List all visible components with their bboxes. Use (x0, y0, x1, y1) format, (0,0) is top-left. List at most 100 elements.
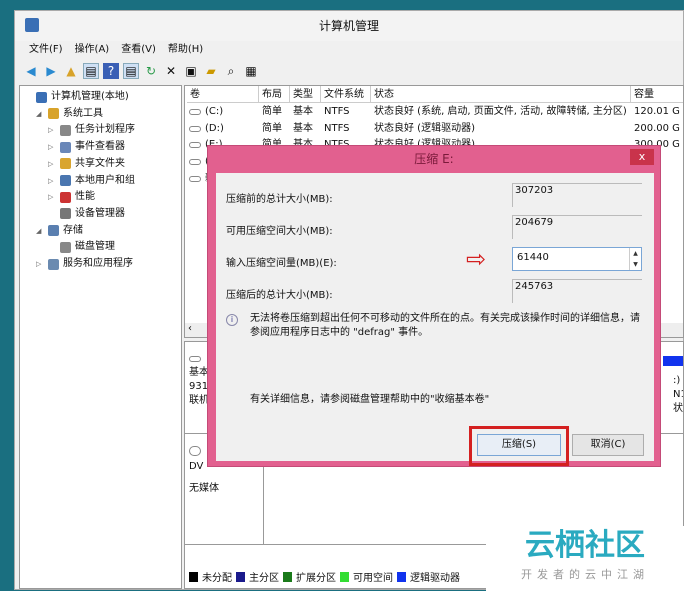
table-cell[interactable]: 简单 (262, 104, 282, 120)
dialog-title: 压缩 E: (414, 152, 454, 166)
tree-node-icon (36, 91, 47, 103)
tree-item-label: 磁盘管理 (75, 241, 115, 253)
table-cell[interactable]: (D:) (205, 121, 224, 137)
tree-item[interactable]: ▷ 任务计划程序 (48, 122, 135, 138)
expander-icon[interactable]: ◢ (36, 106, 44, 122)
drive-icon (189, 142, 201, 149)
dialog-body: 压缩前的总计大小(MB): 307203 可用压缩空间大小(MB): 20467… (216, 173, 654, 466)
drive-icon (189, 109, 201, 115)
disk-size: 931 (189, 381, 209, 392)
refresh-icon[interactable]: ↻ (143, 63, 159, 79)
tree-item[interactable]: ▷ 性能 (48, 189, 95, 205)
total-after-label: 压缩后的总计大小(MB): (226, 290, 333, 301)
spin-up-icon[interactable]: ▲ (630, 248, 641, 259)
info-text: 无法将卷压缩到超出任何不可移动的文件所在的点。有关完成该操作时间的详细信息，请参… (250, 313, 640, 338)
menu-view[interactable]: 查看(V) (121, 41, 156, 59)
delete-icon[interactable]: ✕ (163, 63, 179, 79)
action-pane-icon[interactable]: ▤ (123, 63, 139, 79)
tree-item-label: 服务和应用程序 (63, 258, 133, 269)
expander-icon[interactable]: ▷ (48, 139, 56, 155)
table-cell[interactable]: NTFS (324, 104, 350, 120)
back-icon[interactable]: ◀ (23, 63, 39, 79)
column-header[interactable]: 卷 (187, 86, 259, 103)
menu-file[interactable]: 文件(F) (29, 41, 63, 59)
shrink-amount-input[interactable]: 61440 ▲ ▼ (512, 247, 642, 271)
menu-help[interactable]: 帮助(H) (168, 41, 203, 59)
table-cell[interactable]: 基本 (293, 121, 313, 137)
tree-node-icon (48, 258, 59, 270)
menu-action[interactable]: 操作(A) (75, 41, 110, 59)
tree-item[interactable]: ◢ 存储 (36, 223, 83, 239)
tree-item[interactable]: 磁盘管理 (48, 239, 115, 255)
table-cell[interactable]: 状态良好 (逻辑驱动器) (374, 121, 475, 137)
shrink-dialog: 压缩 E: x 压缩前的总计大小(MB): 307203 可用压缩空间大小(MB… (207, 145, 661, 467)
expander-icon[interactable]: ▷ (48, 156, 56, 172)
properties-icon[interactable]: ▣ (183, 63, 199, 79)
tree-item[interactable]: ▷ 服务和应用程序 (36, 256, 133, 272)
watermark-subtitle: 开发者的云中江湖 (521, 568, 649, 581)
table-cell[interactable]: 120.01 G (634, 104, 680, 120)
expander-icon[interactable]: ▷ (36, 256, 44, 272)
tree-node-icon (60, 208, 71, 220)
legend-label: 未分配 (202, 573, 232, 584)
cancel-button[interactable]: 取消(C) (572, 434, 644, 456)
total-before-label: 压缩前的总计大小(MB): (226, 194, 333, 205)
table-cell[interactable]: 简单 (262, 121, 282, 137)
tree-node-icon (60, 124, 71, 136)
tree-item[interactable]: 设备管理器 (48, 206, 125, 222)
total-after-value: 245763 (512, 279, 642, 303)
tree-node-icon (48, 225, 59, 237)
total-before-value: 307203 (512, 183, 642, 207)
expander-icon[interactable]: ◢ (36, 223, 44, 239)
legend-label: 可用空间 (353, 573, 393, 584)
settings-icon[interactable]: ▦ (243, 63, 259, 79)
table-cell[interactable]: 状态良好 (系统, 启动, 页面文件, 活动, 故障转储, 主分区) (374, 104, 627, 120)
tree-node-icon (60, 191, 71, 203)
shrink-amount-label: 输入压缩空间量(MB)(E): (226, 258, 337, 269)
tree-item-label: 本地用户和组 (75, 174, 135, 186)
table-cell[interactable]: (C:) (205, 104, 223, 120)
tree-node-icon (60, 158, 71, 170)
console-tree-icon[interactable]: ▤ (83, 63, 99, 79)
help-icon[interactable]: ? (103, 63, 119, 79)
column-header[interactable]: 类型 (290, 86, 321, 103)
tree-item-label: 设备管理器 (75, 207, 125, 219)
disk-type: 基本 (189, 367, 209, 378)
logical-drive-bar (663, 356, 683, 366)
search-icon[interactable]: ⌕ (223, 63, 239, 79)
expander-icon[interactable]: ▷ (48, 122, 56, 138)
open-icon[interactable]: ▰ (203, 63, 219, 79)
tree-item[interactable]: ▷ 共享文件夹 (48, 156, 125, 172)
table-cell[interactable]: 200.00 G (634, 121, 680, 137)
column-header[interactable]: 文件系统 (321, 86, 371, 103)
tree-item-label: 性能 (75, 191, 95, 203)
no-media-label: 无媒体 (189, 483, 219, 494)
tree-item-label: 事件查看器 (75, 141, 125, 153)
tree-item[interactable]: ◢ 系统工具 (36, 106, 103, 122)
expander-icon[interactable]: ▷ (48, 173, 56, 189)
spin-down-icon[interactable]: ▼ (630, 259, 641, 270)
spinner[interactable]: ▲ ▼ (629, 248, 641, 270)
computer-management-icon (25, 18, 39, 32)
column-header[interactable]: 状态 (371, 86, 631, 103)
expander-icon[interactable]: ▷ (48, 189, 56, 205)
table-cell[interactable]: 基本 (293, 104, 313, 120)
toolbar: ◀ ▶ ▲ ▤ ? ▤ ↻ ✕ ▣ ▰ ⌕ ▦ (23, 61, 259, 81)
column-header[interactable]: 布局 (259, 86, 290, 103)
tree-node-icon (48, 108, 59, 120)
column-header[interactable]: 容量 (631, 86, 683, 103)
legend: 未分配 主分区 扩展分区 可用空间 逻辑驱动器 (189, 569, 460, 584)
red-arrow-annotation: ⇨ (466, 245, 487, 273)
disk-status: 联机 (189, 395, 209, 406)
tree-item[interactable]: 计算机管理(本地) (24, 89, 129, 105)
partition-status: 状 (673, 403, 683, 414)
close-button[interactable]: x (630, 149, 654, 165)
forward-icon[interactable]: ▶ (43, 63, 59, 79)
up-folder-icon[interactable]: ▲ (63, 63, 79, 79)
table-cell[interactable]: NTFS (324, 121, 350, 137)
tree-item[interactable]: ▷ 本地用户和组 (48, 173, 135, 189)
legend-label: 扩展分区 (296, 573, 336, 584)
console-tree: 计算机管理(本地) ◢ 系统工具 ▷ 任务计划程序 ▷ 事件查看器 ▷ 共享文件夹 ▷ 本地用户和组… (19, 85, 182, 589)
shrink-button[interactable]: 压缩(S) (477, 434, 561, 456)
tree-item[interactable]: ▷ 事件查看器 (48, 139, 125, 155)
